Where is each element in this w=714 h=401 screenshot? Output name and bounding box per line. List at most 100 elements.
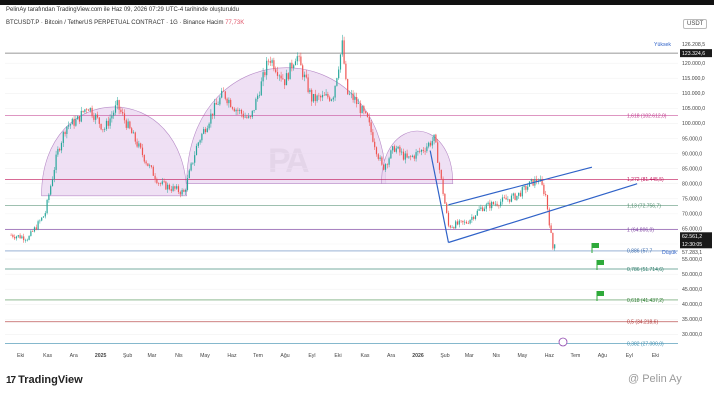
candle-body [516, 195, 518, 200]
price-tick: 90.000,0 [682, 151, 702, 157]
candle-body [208, 123, 210, 129]
candle-body [123, 113, 126, 121]
candle-body [73, 118, 75, 126]
time-tick: Kas [361, 353, 370, 359]
candle-body [359, 103, 361, 114]
chart-svg[interactable]: 1,618 (102.612,0) 1,272 (81.445,5) 1,13 (7… [0, 0, 714, 401]
chart-screenshot: PelinAy tarafından TradingView.com ile H… [0, 0, 714, 401]
candle-body [231, 107, 234, 109]
candle-body [285, 73, 288, 86]
candle-body [172, 186, 174, 191]
candle-body [375, 147, 378, 155]
candle-body [370, 122, 372, 133]
candle-body [381, 157, 383, 165]
candle-body [183, 190, 185, 192]
candle-body [217, 104, 219, 105]
candle-body [473, 216, 475, 219]
candle-body [125, 120, 127, 128]
fib-label-1: 1,272 (81.445,5) [627, 177, 664, 183]
candle-body [442, 178, 444, 194]
candle-body [527, 186, 529, 190]
candle-body [53, 169, 55, 180]
candle-body [438, 162, 441, 170]
candle-body [311, 89, 313, 102]
candle-body [210, 113, 212, 124]
candle-body [291, 62, 293, 69]
flag-icon-0 [592, 243, 599, 248]
candle-body [467, 223, 469, 224]
candle-body [498, 205, 500, 207]
candle-body [194, 155, 196, 163]
tradingview-logo[interactable]: 17 TradingView [6, 374, 83, 386]
candle-body [32, 231, 34, 232]
candle-body [21, 236, 23, 239]
candle-body [329, 97, 331, 101]
candle-body [474, 215, 477, 219]
flag-icon-1 [597, 260, 604, 265]
candle-body [75, 119, 77, 126]
candle-body [95, 114, 97, 120]
price-tick: 75.000,0 [682, 197, 702, 203]
candle-body [141, 147, 144, 156]
candle-body [554, 244, 556, 249]
price-tick: 40.000,0 [682, 302, 702, 308]
candle-body [201, 133, 203, 141]
candle-body [437, 142, 439, 163]
candle-body [185, 189, 187, 192]
candle-body [41, 217, 43, 221]
candle-body [435, 134, 437, 143]
candle-body [122, 112, 124, 114]
time-tick: Tem [253, 353, 263, 359]
candle-body [46, 199, 48, 214]
candle-body [276, 72, 279, 76]
candle-body [50, 186, 52, 195]
candle-body [395, 148, 397, 152]
candle-body [159, 183, 162, 185]
candle-body [393, 146, 396, 152]
candle-body [136, 141, 138, 147]
candle-body [150, 165, 153, 167]
candle-body [550, 225, 552, 233]
candle-body [318, 95, 320, 97]
candle-body [267, 60, 270, 62]
event-marker-icon [558, 337, 568, 347]
candle-body [251, 110, 253, 118]
candle-body [289, 62, 291, 80]
candle-body [314, 93, 316, 101]
time-tick: Kas [43, 353, 52, 359]
candle-body [264, 72, 266, 76]
candle-body [154, 175, 156, 180]
candle-body [307, 77, 309, 93]
candle-body [134, 132, 136, 142]
candle-body [482, 207, 484, 212]
candle-body [500, 201, 502, 206]
candle-body [406, 153, 408, 158]
candle-body [417, 151, 419, 153]
candle-body [501, 197, 504, 202]
candle-body [30, 231, 32, 236]
candle-body [514, 193, 516, 200]
candle-body [233, 108, 235, 112]
candle-body [428, 142, 430, 147]
candle-body [296, 56, 298, 62]
candle-body [249, 116, 252, 118]
candle-body [446, 203, 448, 213]
candle-body [476, 210, 478, 216]
candle-body [399, 146, 401, 153]
time-tick: Mar [147, 353, 156, 359]
flag-icon-2 [597, 291, 604, 296]
candle-body [105, 120, 108, 130]
candle-body [336, 78, 338, 86]
candle-body [431, 140, 433, 146]
candle-body [188, 170, 190, 179]
candle-body [392, 146, 394, 151]
candle-body [429, 142, 432, 146]
candle-body [224, 91, 226, 99]
candle-body [293, 65, 295, 69]
candle-body [451, 226, 453, 228]
candle-body [275, 69, 277, 73]
candle-body [80, 110, 82, 122]
candle-body [163, 181, 165, 183]
candle-body [262, 72, 264, 82]
time-tick: May [517, 353, 527, 359]
